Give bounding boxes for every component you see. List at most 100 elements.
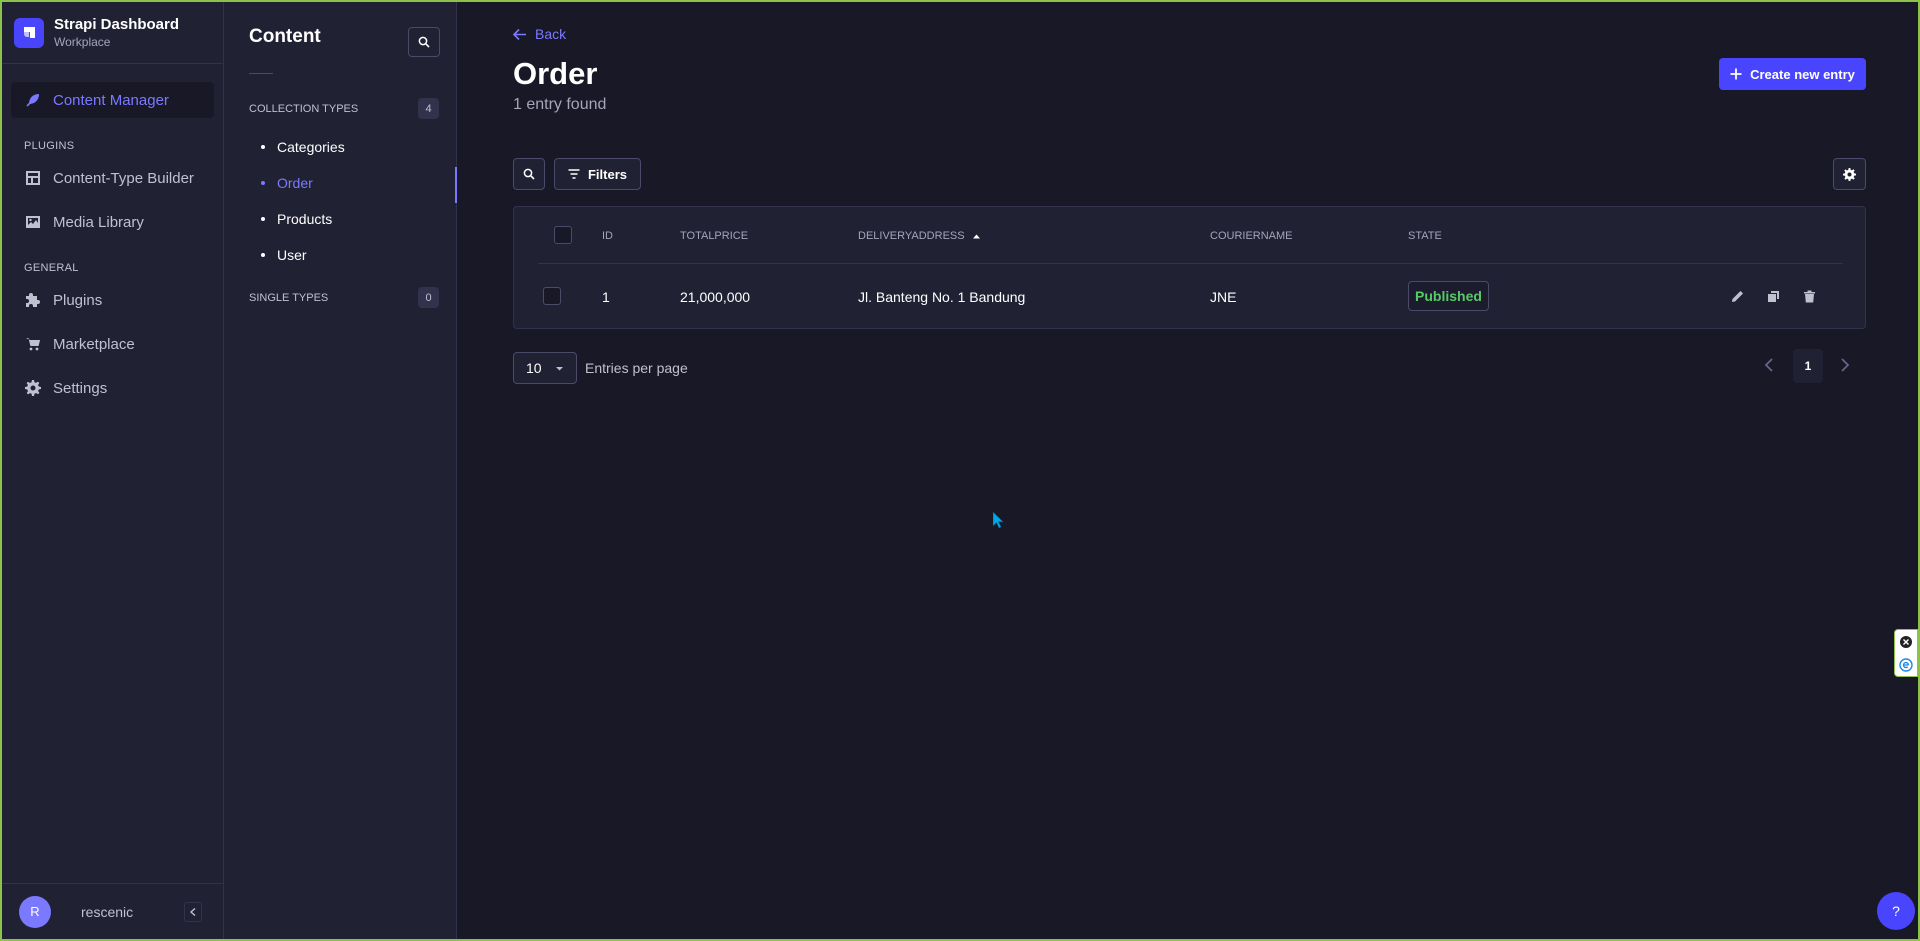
nav-item-content-type-builder[interactable]: Content-Type Builder: [2, 156, 223, 200]
sort-ascending-icon: [972, 234, 980, 238]
plus-icon: [1730, 68, 1742, 80]
column-header-state[interactable]: state: [1408, 230, 1442, 242]
bullet: [261, 253, 265, 257]
filters-label: Filters: [587, 166, 627, 182]
subnav-title: Content: [249, 26, 321, 47]
chevron-left-icon: [1764, 358, 1773, 372]
chevron-right-icon: [1841, 358, 1850, 372]
nav-item-label: Content Manager: [53, 91, 169, 109]
caret-down-icon: [555, 366, 563, 370]
cell-deliveryaddress: Jl. Banteng No. 1 Bandung: [858, 289, 1026, 305]
previous-page-button[interactable]: [1759, 353, 1779, 377]
username[interactable]: rescenic: [81, 904, 133, 920]
plugins-heading: Plugins: [24, 140, 75, 152]
subnav-item-label: Categories: [277, 139, 345, 155]
row-checkbox[interactable]: [543, 287, 561, 305]
subnav-item-products[interactable]: Products: [249, 204, 456, 234]
status-badge: Published: [1408, 281, 1489, 311]
subnav-item-order[interactable]: Order: [249, 167, 457, 203]
help-button[interactable]: ?: [1877, 892, 1915, 930]
pencil-icon: [1731, 290, 1743, 302]
delete-button[interactable]: [1799, 286, 1819, 306]
collapse-nav-button[interactable]: [184, 901, 202, 922]
search-icon: [523, 168, 535, 180]
table-header-row: id totalprice deliveryaddress couriernam…: [538, 207, 1843, 264]
subnav-item-label: User: [277, 247, 307, 263]
nav-item-label: Media Library: [53, 213, 144, 231]
next-page-button[interactable]: [1835, 353, 1855, 377]
create-new-entry-button[interactable]: Create new entry: [1719, 58, 1866, 90]
nav-item-settings[interactable]: Settings: [2, 366, 223, 410]
subnav-item-user[interactable]: User: [249, 240, 456, 270]
single-types-count: 0: [418, 287, 439, 308]
content-subnav: Content Collection types 4 Categories Or…: [224, 2, 457, 939]
duplicate-icon: [1767, 290, 1779, 302]
brand[interactable]: Strapi Dashboard Workplace: [2, 2, 223, 64]
cell-couriername: JNE: [1210, 289, 1237, 305]
cell-id: 1: [602, 289, 610, 305]
collection-types-header[interactable]: Collection types 4: [249, 98, 439, 119]
trash-icon: [1803, 290, 1815, 302]
collection-types-count: 4: [418, 98, 439, 119]
nav-item-label: Content-Type Builder: [53, 169, 194, 187]
column-header-deliveryaddress[interactable]: deliveryaddress: [858, 230, 980, 242]
cell-totalprice: 21,000,000: [680, 289, 751, 305]
page-number-current[interactable]: 1: [1793, 349, 1823, 383]
extension-logo-icon[interactable]: [1899, 657, 1913, 672]
nav-item-label: Marketplace: [53, 335, 135, 353]
arrow-left-icon: [512, 28, 526, 40]
filters-button[interactable]: Filters: [554, 158, 641, 190]
search-icon: [418, 36, 430, 48]
mouse-cursor-icon: [993, 512, 1004, 529]
nav-item-label: Plugins: [53, 291, 103, 309]
nav-item-content-manager[interactable]: Content Manager: [11, 82, 214, 118]
filter-icon: [568, 169, 580, 179]
bullet: [261, 217, 265, 221]
single-types-label: Single types: [249, 291, 329, 304]
column-header-id[interactable]: id: [602, 230, 613, 242]
layout-icon: [26, 171, 40, 185]
subnav-divider: [249, 73, 273, 74]
brand-title: Strapi Dashboard: [54, 16, 180, 33]
feather-icon: [26, 94, 39, 107]
chevron-left-icon: [189, 907, 196, 916]
entries-per-page-select[interactable]: 10: [513, 352, 577, 384]
subnav-item-label: Order: [277, 175, 313, 191]
entry-count: 1 entry found: [513, 96, 607, 113]
brand-subtitle: Workplace: [54, 35, 111, 49]
nav-item-marketplace[interactable]: Marketplace: [2, 322, 223, 366]
table-search-button[interactable]: [513, 158, 545, 190]
subnav-search-button[interactable]: [408, 27, 440, 57]
gear-icon: [1843, 167, 1856, 181]
main-navigation: Strapi Dashboard Workplace Content Manag…: [2, 2, 224, 939]
edit-button[interactable]: [1727, 286, 1747, 306]
subnav-item-label: Products: [277, 211, 333, 227]
back-link[interactable]: Back: [512, 26, 566, 42]
nav-item-label: Settings: [53, 379, 108, 397]
subnav-item-categories[interactable]: Categories: [249, 132, 456, 162]
select-all-checkbox[interactable]: [554, 226, 572, 244]
entries-table: id totalprice deliveryaddress couriernam…: [513, 206, 1866, 329]
duplicate-button[interactable]: [1763, 286, 1783, 306]
user-footer: R rescenic: [2, 883, 223, 939]
strapi-logo-icon: [14, 17, 44, 48]
nav-item-media-library[interactable]: Media Library: [2, 200, 223, 244]
extension-widget[interactable]: [1894, 629, 1918, 677]
create-button-label: Create new entry: [1750, 66, 1855, 82]
column-header-couriername[interactable]: couriername: [1210, 230, 1293, 242]
column-label: deliveryaddress: [858, 230, 965, 242]
close-circle-icon[interactable]: [1899, 635, 1913, 649]
nav-item-plugins[interactable]: Plugins: [2, 278, 223, 322]
puzzle-icon: [26, 293, 40, 307]
column-header-totalprice[interactable]: totalprice: [680, 230, 748, 242]
bullet: [261, 181, 265, 185]
back-label: Back: [535, 26, 567, 42]
table-settings-button[interactable]: [1833, 158, 1866, 190]
per-page-value: 10: [526, 360, 542, 376]
avatar[interactable]: R: [19, 895, 51, 928]
image-icon: [26, 216, 40, 228]
general-heading: General: [24, 262, 79, 274]
gear-icon: [25, 380, 41, 396]
page-title: Order: [513, 56, 598, 91]
single-types-header[interactable]: Single types 0: [249, 287, 439, 308]
